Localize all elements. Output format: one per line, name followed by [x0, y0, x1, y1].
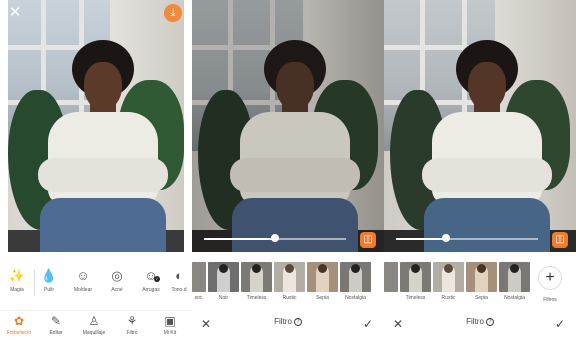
- screen-title: Filtro?: [252, 317, 324, 326]
- filter-label: Noir: [218, 295, 229, 301]
- nav-label: Editar: [49, 330, 63, 336]
- bottom-nav: ✿ Embellecer ✎ Editar ♙ Maquillaje ⚘ Fil…: [0, 310, 192, 346]
- help-icon[interactable]: ?: [485, 317, 494, 326]
- nav-label: Embellecer: [6, 330, 32, 336]
- intensity-slider[interactable]: [396, 234, 538, 242]
- slider-handle[interactable]: [441, 234, 450, 242]
- filter-thumb-timeless[interactable]: [400, 262, 431, 292]
- compare-icon[interactable]: ◫: [552, 232, 568, 248]
- screen-title: Filtro?: [444, 317, 516, 326]
- filter-action-bar: ✕ Filtro? ✓: [192, 313, 384, 337]
- tool-label: Arrugas: [142, 287, 160, 293]
- help-icon[interactable]: ?: [293, 317, 302, 326]
- tool-acne[interactable]: ◎ Acné: [100, 268, 134, 293]
- cancel-icon[interactable]: ✕: [390, 316, 406, 332]
- nav-label: Maquillaje: [82, 330, 106, 336]
- close-icon[interactable]: ✕: [6, 4, 24, 22]
- filter-screen-scrolled: ◫ Timeless Rustic Sepia Nostalgia + Filt…: [384, 0, 576, 357]
- add-filter-label: Filtros: [543, 297, 557, 303]
- nav-label: Filtro: [126, 330, 138, 336]
- filter-thumb-rustic[interactable]: [274, 262, 305, 292]
- smile-icon: ☺: [76, 268, 90, 283]
- tone-icon: ◐: [175, 268, 183, 283]
- photo-preview: [384, 0, 576, 252]
- filter-thumb[interactable]: [192, 262, 206, 292]
- slider-handle[interactable]: [271, 234, 279, 242]
- tool-reshape[interactable]: ☺ Moldear: [66, 268, 100, 293]
- filter-thumb-noir[interactable]: [208, 262, 239, 292]
- download-icon[interactable]: ⤓: [164, 4, 182, 22]
- tool-label: Acné: [111, 287, 123, 293]
- portrait-subject: [230, 40, 360, 252]
- filter-label: Rustic: [282, 295, 297, 301]
- nav-filters[interactable]: ⚘ Filtro: [113, 314, 151, 336]
- filters-icon: ⚘: [126, 314, 138, 328]
- tool-smooth[interactable]: 💧 Pulir: [32, 268, 66, 293]
- filter-thumb-rustic[interactable]: [433, 262, 464, 292]
- apply-check-icon[interactable]: ✓: [360, 316, 376, 332]
- add-filter-button[interactable]: +: [538, 266, 562, 290]
- tool-label: Moldear: [73, 287, 93, 293]
- portrait-subject: [422, 40, 552, 252]
- edit-icon: ✎: [50, 314, 62, 328]
- intensity-slider[interactable]: [204, 234, 346, 242]
- photo-preview: [192, 0, 384, 252]
- check-badge-icon: ✓: [154, 276, 160, 282]
- filter-action-bar: ✕ Filtro? ✓: [384, 313, 576, 337]
- tool-magic[interactable]: ✨ Magia: [0, 268, 34, 293]
- tool-wrinkles[interactable]: ☺ Arrugas ✓: [134, 268, 168, 293]
- filter-thumb[interactable]: [384, 262, 398, 292]
- filter-label: Sepia: [475, 295, 488, 301]
- nav-mykit[interactable]: ▣ Mi Kit: [151, 314, 189, 336]
- filter-thumb-timeless[interactable]: [241, 262, 272, 292]
- filter-thumb-sepia[interactable]: [307, 262, 338, 292]
- cancel-icon[interactable]: ✕: [198, 316, 214, 332]
- filter-strip: soc Noir Timeless Rustic Sepia Nostalgia: [192, 262, 384, 304]
- filter-label: Nostalgia: [345, 295, 366, 301]
- drop-icon: 💧: [40, 268, 58, 283]
- retouch-tools-row: ✨ Magia 💧 Pulir ☺ Moldear ◎ Acné ☺ Arrug…: [0, 268, 192, 300]
- magic-wand-icon: ✨: [8, 268, 26, 283]
- nav-edit[interactable]: ✎ Editar: [37, 314, 75, 336]
- filter-label: Sepia: [316, 295, 329, 301]
- filter-label: Timeless: [405, 295, 426, 301]
- nav-makeup[interactable]: ♙ Maquillaje: [75, 314, 113, 336]
- plus-icon: +: [545, 269, 555, 286]
- retouch-icon: ✿: [13, 314, 25, 328]
- makeup-icon: ♙: [88, 314, 100, 328]
- filter-thumb-nostalgia[interactable]: [499, 262, 530, 292]
- filter-label: Rustic: [441, 295, 456, 301]
- aperture-icon: ◎: [111, 268, 123, 283]
- app-screens: ✕ ⤓ ✨ Magia 💧 Pulir ☺ Moldear ◎ Acné ☺ A…: [0, 0, 576, 357]
- filter-thumb-sepia[interactable]: [466, 262, 497, 292]
- filter-screen: ◫ soc Noir Timeless Rustic Sepia Nostalg…: [192, 0, 384, 357]
- filter-thumb-nostalgia[interactable]: [340, 262, 371, 292]
- mykit-icon: ▣: [164, 314, 176, 328]
- portrait-subject: [38, 40, 168, 252]
- retouch-screen: ✕ ⤓ ✨ Magia 💧 Pulir ☺ Moldear ◎ Acné ☺ A…: [0, 0, 192, 357]
- tool-label: Magia: [10, 287, 24, 293]
- filter-label: Nostalgia: [504, 295, 525, 301]
- compare-icon[interactable]: ◫: [360, 232, 376, 248]
- nav-retouch[interactable]: ✿ Embellecer: [0, 314, 38, 336]
- nav-label: Mi Kit: [163, 330, 177, 336]
- tool-label: Tono d: [171, 287, 187, 293]
- apply-check-icon[interactable]: ✓: [552, 316, 568, 332]
- tool-skin-tone[interactable]: ◐ Tono d: [166, 268, 192, 293]
- photo-preview: [8, 0, 184, 252]
- face-icon: ☺: [144, 268, 158, 283]
- filter-label: Timeless: [246, 295, 267, 301]
- tool-label: Pulir: [43, 287, 54, 293]
